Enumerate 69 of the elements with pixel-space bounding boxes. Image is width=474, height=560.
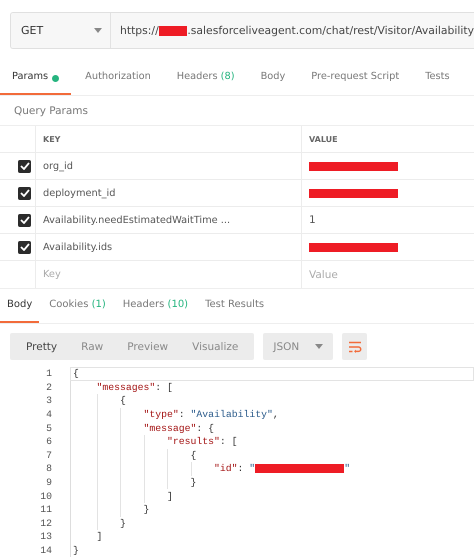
view-mode-tab[interactable]: Visualize	[180, 333, 250, 360]
line-number: 14	[39, 545, 53, 556]
table-cell: Availability.ids	[36, 234, 302, 260]
view-mode-tab[interactable]: Pretty	[14, 333, 70, 360]
view-mode-tab[interactable]: Raw	[69, 333, 116, 360]
code-token: : [	[220, 436, 238, 448]
code-token: "	[344, 463, 350, 474]
request-tab[interactable]: Headers (8)	[164, 71, 245, 95]
checkbox[interactable]	[18, 186, 31, 200]
checkbox[interactable]	[18, 214, 31, 226]
table-cell: org_id	[36, 153, 302, 179]
code-token: "id"	[214, 463, 238, 474]
code-token: {	[120, 395, 126, 406]
request-tab[interactable]: Body	[248, 71, 296, 95]
line-number: 3	[45, 395, 53, 406]
code-token: {	[190, 450, 196, 461]
code-token: }	[73, 545, 79, 556]
code-token: "message"	[144, 422, 196, 434]
line-number: 12	[39, 518, 53, 529]
response-tab[interactable]: Cookies (1)	[42, 299, 113, 323]
code-token: ]	[96, 531, 102, 542]
table-cell: deployment_id	[36, 180, 302, 206]
table-cell: Availability.needEstimatedWaitTime ...	[36, 207, 302, 233]
line-number: 8	[45, 463, 53, 474]
code-token: "results"	[167, 436, 220, 448]
code-token: }	[120, 518, 126, 529]
code-token: : [	[155, 382, 173, 393]
code-token: :	[238, 463, 244, 474]
code-token: ,	[272, 409, 279, 420]
line-number: 13	[39, 531, 53, 542]
table-cell: 1	[309, 214, 316, 226]
line-number: 6	[45, 436, 53, 448]
request-tab[interactable]: Pre-request Script	[299, 71, 410, 95]
wrap-icon	[348, 340, 362, 352]
key-field[interactable]: Key	[36, 261, 302, 288]
request-tab[interactable]: Params	[0, 71, 72, 95]
code-token: "	[249, 463, 256, 474]
view-mode-tab[interactable]: Preview	[115, 333, 180, 360]
code-token: ]	[167, 490, 173, 502]
request-tab[interactable]: Authorization	[73, 71, 161, 95]
section-title: Query Params	[14, 105, 89, 119]
response-tab[interactable]: Headers (10)	[116, 299, 196, 323]
code-token: "messages"	[96, 382, 156, 393]
line-number: 11	[39, 504, 53, 516]
code-token: "Availability"	[190, 409, 273, 420]
request-tab[interactable]: Tests	[413, 71, 460, 95]
code-token: }	[144, 504, 150, 516]
code-token: : {	[196, 422, 214, 434]
response-tab[interactable]: Body	[0, 299, 40, 323]
column-header: VALUE	[308, 134, 339, 146]
line-number: 2	[45, 382, 53, 393]
code-token: "type"	[144, 409, 179, 420]
format-dropdown[interactable]: JSON	[263, 333, 334, 360]
line-number: 1	[45, 368, 53, 380]
code-token: }	[190, 477, 196, 488]
caret-icon	[315, 344, 324, 349]
line-number: 4	[45, 409, 53, 420]
line-number: 10	[39, 490, 53, 502]
code-token: {	[73, 368, 79, 380]
checkbox[interactable]	[18, 240, 31, 254]
checkbox[interactable]	[18, 160, 31, 172]
line-number: 5	[45, 422, 53, 434]
response-tab[interactable]: Test Results	[198, 299, 272, 323]
wrap-button[interactable]	[342, 333, 368, 360]
column-header: KEY	[36, 126, 302, 152]
line-number: 9	[45, 477, 53, 488]
code-token: :	[178, 409, 186, 420]
line-number: 7	[45, 450, 53, 461]
value-field[interactable]: Value	[302, 261, 474, 288]
